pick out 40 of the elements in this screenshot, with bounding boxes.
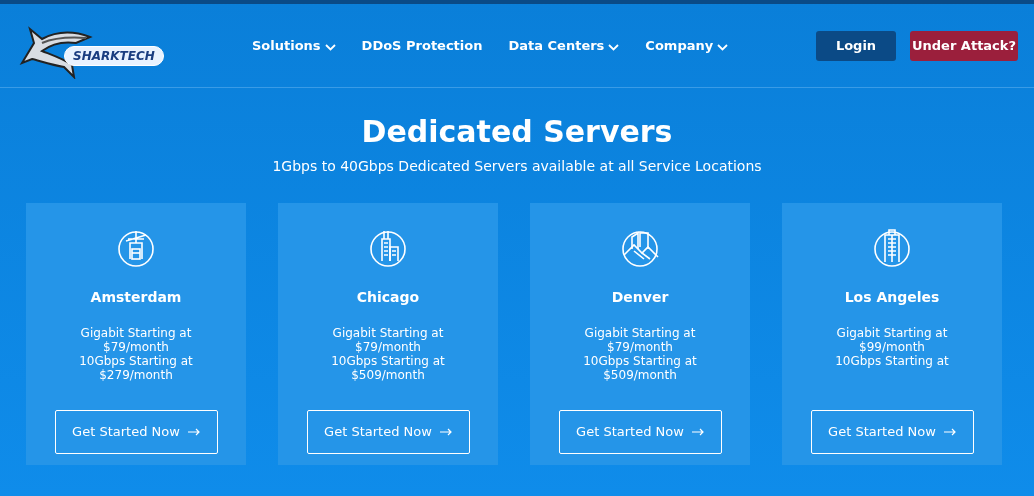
city-name: Denver <box>611 288 669 307</box>
arrow-right-icon <box>439 428 452 436</box>
price-line: 10Gbps Starting at <box>331 354 445 368</box>
arrow-right-icon <box>943 428 956 436</box>
chevron-down-icon <box>324 43 336 51</box>
price-line: 10Gbps Starting at <box>835 354 949 368</box>
price-line: Gigabit Starting at <box>80 326 192 340</box>
chevron-down-icon <box>717 43 729 51</box>
price-line: $279/month <box>99 368 173 382</box>
price-line: Gigabit Starting at <box>584 326 696 340</box>
nav-link[interactable]: DDoS Protection <box>361 35 483 56</box>
price-line: $509/month <box>603 368 677 382</box>
price-line: $99/month <box>859 340 925 354</box>
get-started-button[interactable]: Get Started Now <box>558 410 722 454</box>
price-line: 10Gbps Starting at <box>79 354 193 368</box>
price-line: $509/month <box>351 368 425 382</box>
under-attack-button[interactable]: Under Attack? <box>910 30 1018 61</box>
city-name: Amsterdam <box>90 288 182 307</box>
city-name: Los Angeles <box>844 288 940 307</box>
price-line: Gigabit Starting at <box>332 326 444 340</box>
arrow-right-icon <box>187 428 200 436</box>
get-started-button[interactable]: Get Started Now <box>810 410 974 454</box>
nav-link[interactable]: Company <box>645 35 729 56</box>
nav-link[interactable]: Solutions <box>252 35 336 56</box>
nav-link[interactable]: Data Centers <box>508 35 620 56</box>
price-line: 10Gbps Starting at <box>583 354 697 368</box>
logo-text: SHARKTECH <box>64 45 164 66</box>
logo[interactable]: SHARKTECH <box>12 14 192 79</box>
price-line: $79/month <box>607 340 673 354</box>
page-subtitle: 1Gbps to 40Gbps Dedicated Servers available at all Service Locations <box>272 157 762 176</box>
price-line: $79/month <box>103 340 169 354</box>
page-title: Dedicated Servers <box>361 114 673 150</box>
price-line: $79/month <box>355 340 421 354</box>
get-started-button[interactable]: Get Started Now <box>54 410 218 454</box>
login-button[interactable]: Login <box>816 30 896 61</box>
city-name: Chicago <box>356 288 420 307</box>
get-started-button[interactable]: Get Started Now <box>306 410 470 454</box>
chevron-down-icon <box>608 43 620 51</box>
arrow-right-icon <box>691 428 704 436</box>
price-line: Gigabit Starting at <box>836 326 948 340</box>
